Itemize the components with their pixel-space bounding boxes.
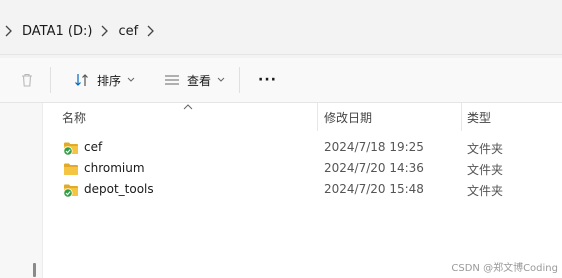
nav-scrollbar[interactable] <box>33 263 36 277</box>
watermark: CSDN @郑文博Coding <box>451 263 558 274</box>
file-type: 文件夹 <box>467 184 504 198</box>
column-divider[interactable] <box>317 103 318 131</box>
file-name: chromium <box>84 161 145 175</box>
table-row[interactable]: cef 2024/7/18 19:25 文件夹 <box>44 138 562 158</box>
file-name: depot_tools <box>84 182 154 196</box>
file-type: 文件夹 <box>467 142 504 156</box>
address-bar[interactable]: DATA1 (D:) cef <box>0 8 562 54</box>
toolbar-separator <box>239 67 241 93</box>
navigation-pane <box>0 103 43 278</box>
view-button[interactable]: 查看 <box>155 65 233 95</box>
sort-label: 排序 <box>97 73 122 88</box>
chevron-down-icon <box>127 77 135 83</box>
file-modified-date: 2024/7/18 19:25 <box>324 140 424 154</box>
more-options-button[interactable]: ··· <box>250 65 285 95</box>
file-type: 文件夹 <box>467 163 504 177</box>
column-header-name[interactable]: 名称 <box>62 103 86 131</box>
column-divider[interactable] <box>461 103 462 131</box>
folder-icon <box>64 163 78 175</box>
divider <box>0 54 562 55</box>
view-label: 查看 <box>187 73 212 88</box>
trash-icon <box>18 71 36 89</box>
breadcrumb-chevron-icon[interactable] <box>0 21 18 41</box>
sort-ascending-icon <box>183 104 193 110</box>
command-toolbar: 排序 查看 ··· <box>0 58 562 102</box>
column-header-type[interactable]: 类型 <box>467 103 491 131</box>
folder-synced-icon <box>63 184 78 198</box>
toolbar-separator <box>50 67 51 93</box>
column-header-modified[interactable]: 修改日期 <box>324 103 372 131</box>
sort-button[interactable]: 排序 <box>65 65 143 95</box>
table-row[interactable]: chromium 2024/7/20 14:36 文件夹 <box>44 159 562 179</box>
delete-button[interactable] <box>10 65 44 95</box>
breadcrumb-chevron-icon[interactable] <box>142 21 160 41</box>
file-name: cef <box>84 140 103 154</box>
file-modified-date: 2024/7/20 14:36 <box>324 161 424 175</box>
more-icon: ··· <box>258 72 277 88</box>
breadcrumb-chevron-icon[interactable] <box>96 21 114 41</box>
file-list-pane: 名称 修改日期 类型 cef 2024/7/18 19:25 文件夹 chromium… <box>0 103 562 278</box>
breadcrumb-item-cef[interactable]: cef <box>114 24 142 39</box>
view-list-icon <box>163 71 181 89</box>
sort-icon <box>73 71 91 89</box>
chevron-down-icon <box>217 77 225 83</box>
folder-synced-icon <box>63 142 78 156</box>
table-row[interactable]: depot_tools 2024/7/20 15:48 文件夹 <box>44 180 562 200</box>
breadcrumb-item-drive[interactable]: DATA1 (D:) <box>18 24 96 39</box>
file-modified-date: 2024/7/20 15:48 <box>324 182 424 196</box>
